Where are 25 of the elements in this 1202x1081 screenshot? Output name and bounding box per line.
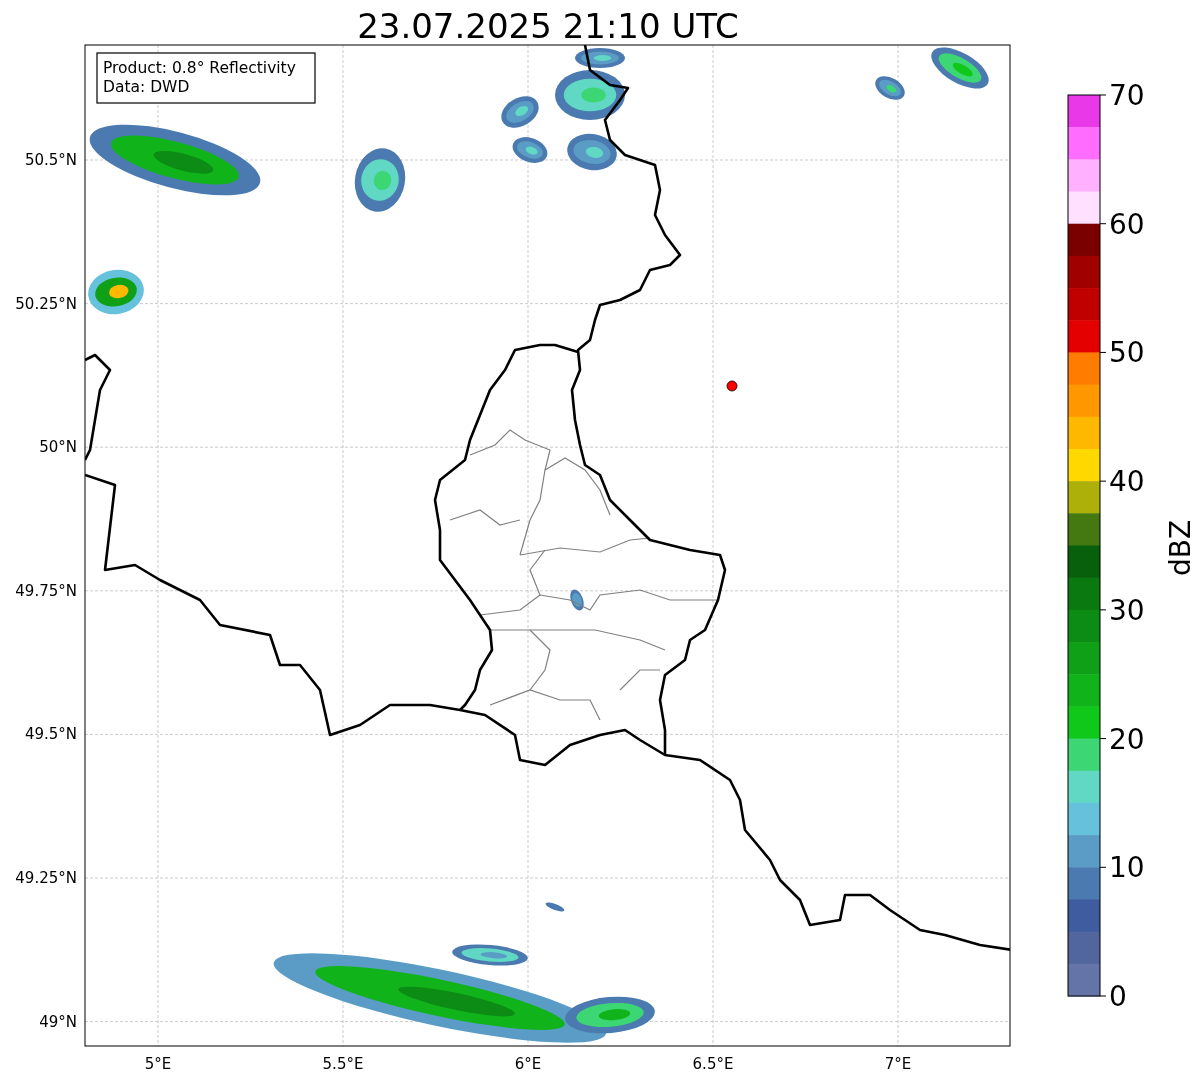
colorbar-tick-label: 70 [1109, 79, 1145, 112]
longitude-label: 6°E [514, 1055, 542, 1073]
longitude-label: 7°E [884, 1055, 912, 1073]
latitude-label: 49.75°N [15, 581, 77, 600]
chart-title: 23.07.2025 21:10 UTC [357, 6, 739, 46]
longitude-label: 5°E [144, 1055, 172, 1073]
colorbar-tick-label: 20 [1109, 722, 1145, 756]
latitude-label: 49°N [39, 1012, 77, 1031]
colorbar-label: dBZ [1164, 519, 1197, 577]
colorbar-tick-label: 0 [1109, 980, 1127, 1013]
colorbar-tick-label: 40 [1109, 465, 1145, 499]
longitude-label: 6.5°E [692, 1055, 734, 1073]
latitude-label: 50°N [39, 438, 77, 457]
info-text: Product: 0.8° Reflectivity [103, 59, 296, 77]
colorbar-tick-label: 30 [1109, 593, 1145, 627]
colorbar-tick-label: 10 [1109, 851, 1145, 885]
latitude-label: 50.5°N [24, 151, 77, 169]
colorbar-tick-label: 50 [1109, 336, 1145, 370]
location-marker [726, 380, 738, 392]
latitude-label: 49.5°N [24, 725, 77, 744]
latitude-label: 50.25°N [15, 294, 77, 313]
info-text: Data: DWD [103, 78, 190, 96]
longitude-label: 5.5°E [322, 1055, 364, 1073]
latitude-label: 49.25°N [15, 869, 77, 887]
colorbar-tick-label: 60 [1109, 207, 1145, 241]
